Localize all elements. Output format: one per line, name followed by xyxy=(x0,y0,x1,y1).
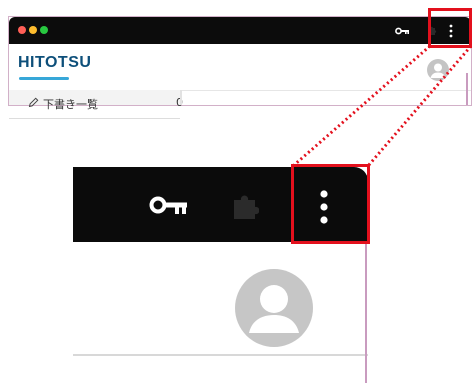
sidebar-item-drafts[interactable]: 下書き一覧 0 xyxy=(28,96,188,116)
sidebar-divider xyxy=(9,118,180,119)
zoomed-app-header xyxy=(73,242,368,352)
sidebar-item-label: 下書き一覧 xyxy=(43,98,98,111)
extension-puzzle-icon[interactable] xyxy=(231,191,259,219)
user-avatar-icon[interactable] xyxy=(427,59,449,81)
highlight-box-menu-small xyxy=(428,8,472,48)
window-edge xyxy=(466,73,468,105)
app-header: HITOTSU xyxy=(9,44,471,91)
header-divider xyxy=(73,354,368,356)
window-edge xyxy=(365,242,367,383)
logo-underline xyxy=(19,77,69,80)
pencil-icon xyxy=(28,97,39,108)
close-window-button[interactable] xyxy=(18,26,26,34)
maximize-window-button[interactable] xyxy=(40,26,48,34)
highlight-box-menu-zoomed xyxy=(291,164,370,244)
user-avatar-icon[interactable] xyxy=(235,269,313,347)
minimize-window-button[interactable] xyxy=(29,26,37,34)
sidebar-right-border xyxy=(180,90,182,105)
key-icon[interactable] xyxy=(395,26,409,36)
browser-window-thumbnail: HITOTSU xyxy=(9,17,471,105)
app-logo[interactable]: HITOTSU xyxy=(18,54,91,72)
browser-toolbar xyxy=(9,17,471,44)
key-icon[interactable] xyxy=(149,194,187,216)
